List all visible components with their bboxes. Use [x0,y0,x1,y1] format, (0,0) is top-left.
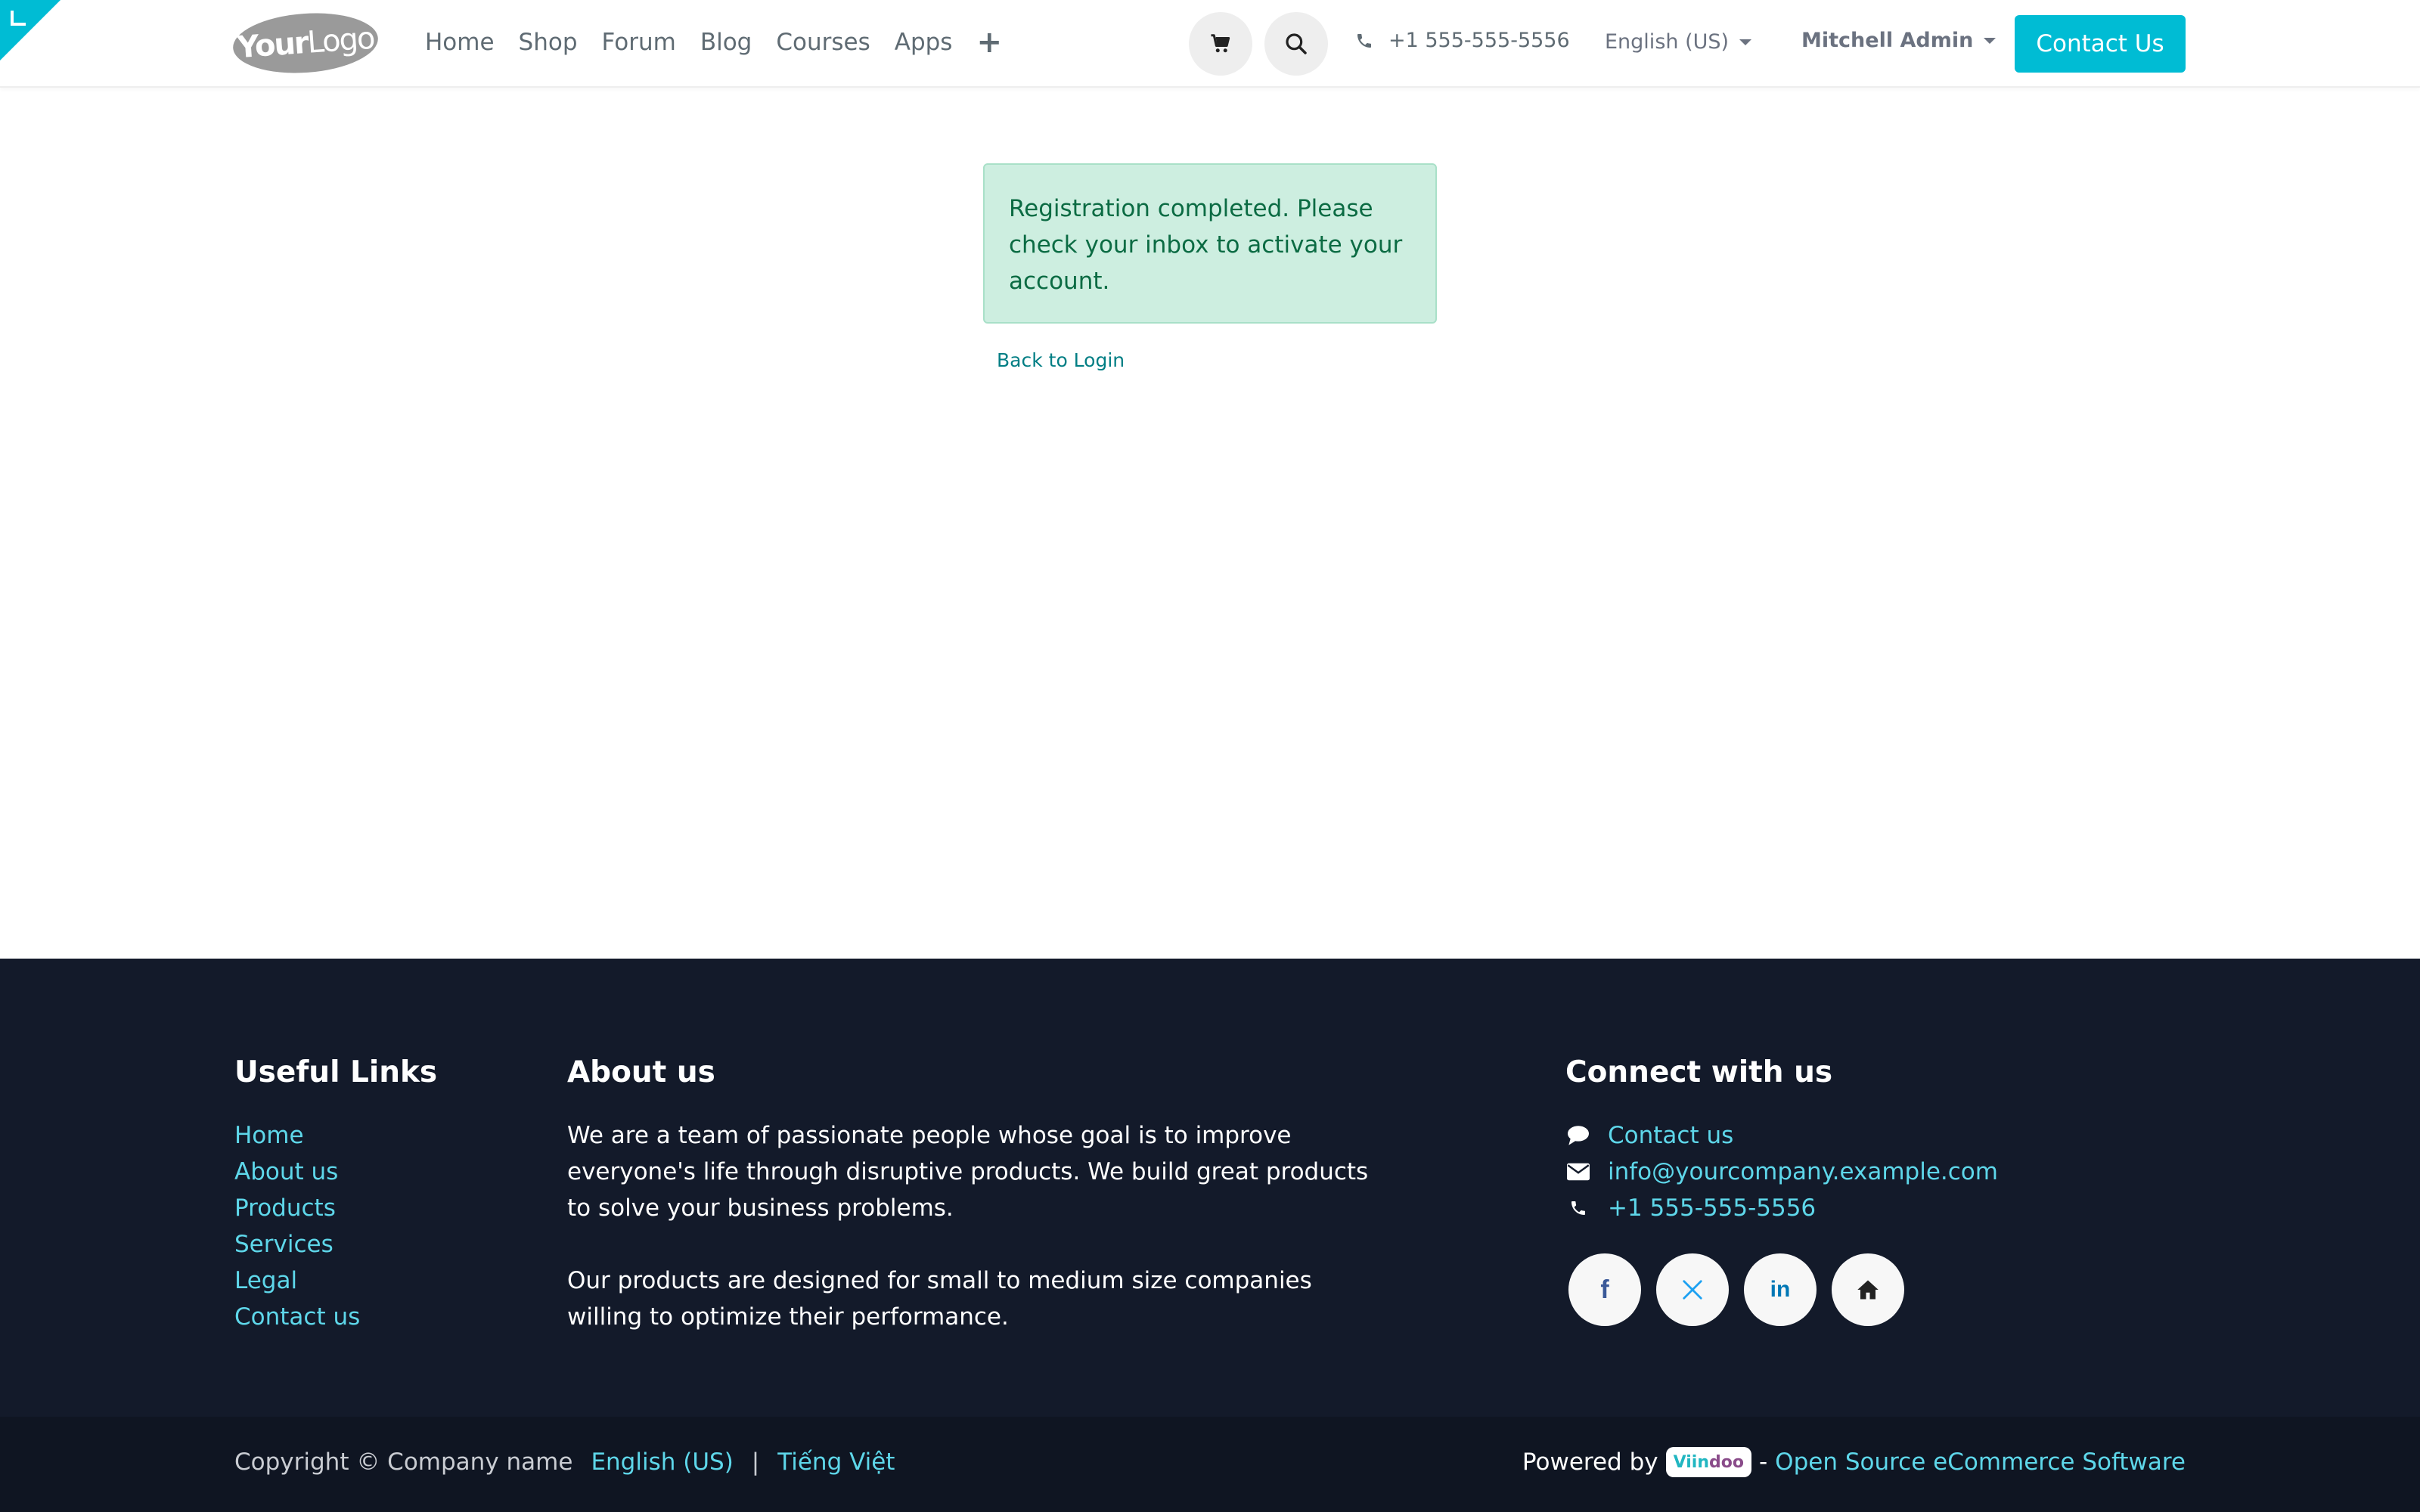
corner-bracket-icon [11,11,26,26]
x-twitter-button[interactable] [1656,1253,1729,1326]
language-english-link[interactable]: English (US) [591,1448,733,1476]
about-paragraph-2: Our products are designed for small to m… [567,1267,1312,1331]
powered-by-label: Powered by [1522,1448,1658,1476]
about-paragraph-1: We are a team of passionate people whose… [567,1122,1369,1222]
footer-link-services[interactable]: Services [234,1226,360,1263]
nav-courses[interactable]: Courses [776,29,870,56]
copyright-section: Copyright © Company name English (US) | … [234,1448,895,1476]
user-menu[interactable]: Mitchell Admin [1801,29,1996,52]
nav-shop[interactable]: Shop [519,29,578,56]
cart-icon [1211,34,1230,53]
connect-title: Connect with us [1565,1055,1833,1089]
copyright-bar: Copyright © Company name English (US) | … [0,1417,2420,1512]
connect-email-text: info@yourcompany.example.com [1608,1158,1998,1185]
header-phone-text: +1 555-555-5556 [1388,29,1570,52]
chevron-down-icon [1984,37,1996,44]
edit-corner-marker[interactable] [0,0,60,60]
search-button[interactable] [1264,12,1328,76]
main-nav: Home Shop Forum Blog Courses Apps + [425,23,1002,62]
useful-links-title: Useful Links [234,1055,438,1089]
connect-email-link[interactable]: info@yourcompany.example.com [1565,1154,1998,1190]
phone-icon [1565,1199,1591,1217]
facebook-button[interactable]: f [1568,1253,1641,1326]
viindoo-logo[interactable]: Viin doo [1665,1447,1751,1477]
footer-link-home[interactable]: Home [234,1117,360,1154]
nav-blog[interactable]: Blog [700,29,752,56]
search-icon [1286,33,1307,54]
language-vietnamese-link[interactable]: Tiếng Việt [777,1448,895,1476]
chevron-down-icon [1739,39,1752,45]
oss-ecommerce-link[interactable]: Open Source eCommerce Software [1775,1448,2186,1476]
footer-link-products[interactable]: Products [234,1190,360,1226]
social-links: f in [1568,1253,1904,1326]
home-button[interactable] [1832,1253,1904,1326]
powered-dash: - [1758,1448,1768,1476]
linkedin-icon: in [1770,1277,1791,1302]
add-page-icon[interactable]: + [976,27,1002,57]
nav-forum[interactable]: Forum [602,29,676,56]
site-logo[interactable]: Your Logo [231,8,380,78]
nav-apps[interactable]: Apps [895,29,953,56]
cart-button[interactable] [1189,12,1252,76]
home-icon [1857,1280,1879,1300]
nav-home[interactable]: Home [425,29,495,56]
footer-link-legal[interactable]: Legal [234,1263,360,1299]
powered-by: Powered by Viin doo - Open Source eCommer… [1522,1447,2186,1477]
language-label: English (US) [1605,30,1730,54]
logo-text-bold: Your [236,25,309,66]
useful-links-list: Home About us Products Services Legal Co… [234,1117,360,1335]
header-phone[interactable]: +1 555-555-5556 [1355,29,1570,52]
language-dropdown[interactable]: English (US) [1605,30,1752,54]
linkedin-button[interactable]: in [1744,1253,1817,1326]
copyright-text: Copyright © Company name [234,1448,573,1476]
registration-success-alert: Registration completed. Please check you… [983,163,1437,324]
envelope-icon [1565,1163,1591,1181]
footer: Useful Links Home About us Products Serv… [0,959,2420,1417]
connect-contact-link[interactable]: Contact us [1565,1117,1998,1154]
contact-us-button[interactable]: Contact Us [2015,15,2186,73]
connect-list: Contact us info@yourcompany.example.com … [1565,1117,1998,1226]
connect-phone-text: +1 555-555-5556 [1608,1194,1817,1222]
top-navbar: Your Logo Home Shop Forum Blog Courses Ap… [0,0,2420,88]
brand-part-2: doo [1709,1452,1744,1472]
brand-part-1: Viin [1673,1452,1709,1472]
comment-icon [1565,1125,1591,1146]
user-name: Mitchell Admin [1801,29,1974,52]
footer-link-contact[interactable]: Contact us [234,1299,360,1335]
about-us-text: We are a team of passionate people whose… [567,1117,1369,1371]
about-us-title: About us [567,1055,715,1089]
connect-phone-link[interactable]: +1 555-555-5556 [1565,1190,1998,1226]
footer-link-about[interactable]: About us [234,1154,360,1190]
x-icon [1683,1280,1702,1300]
connect-contact-text: Contact us [1608,1122,1734,1149]
phone-icon [1357,33,1371,48]
back-to-login-link[interactable]: Back to Login [997,349,1125,371]
language-separator: | [751,1448,760,1476]
logo-text-thin: Logo [306,20,375,60]
facebook-icon: f [1600,1275,1609,1304]
